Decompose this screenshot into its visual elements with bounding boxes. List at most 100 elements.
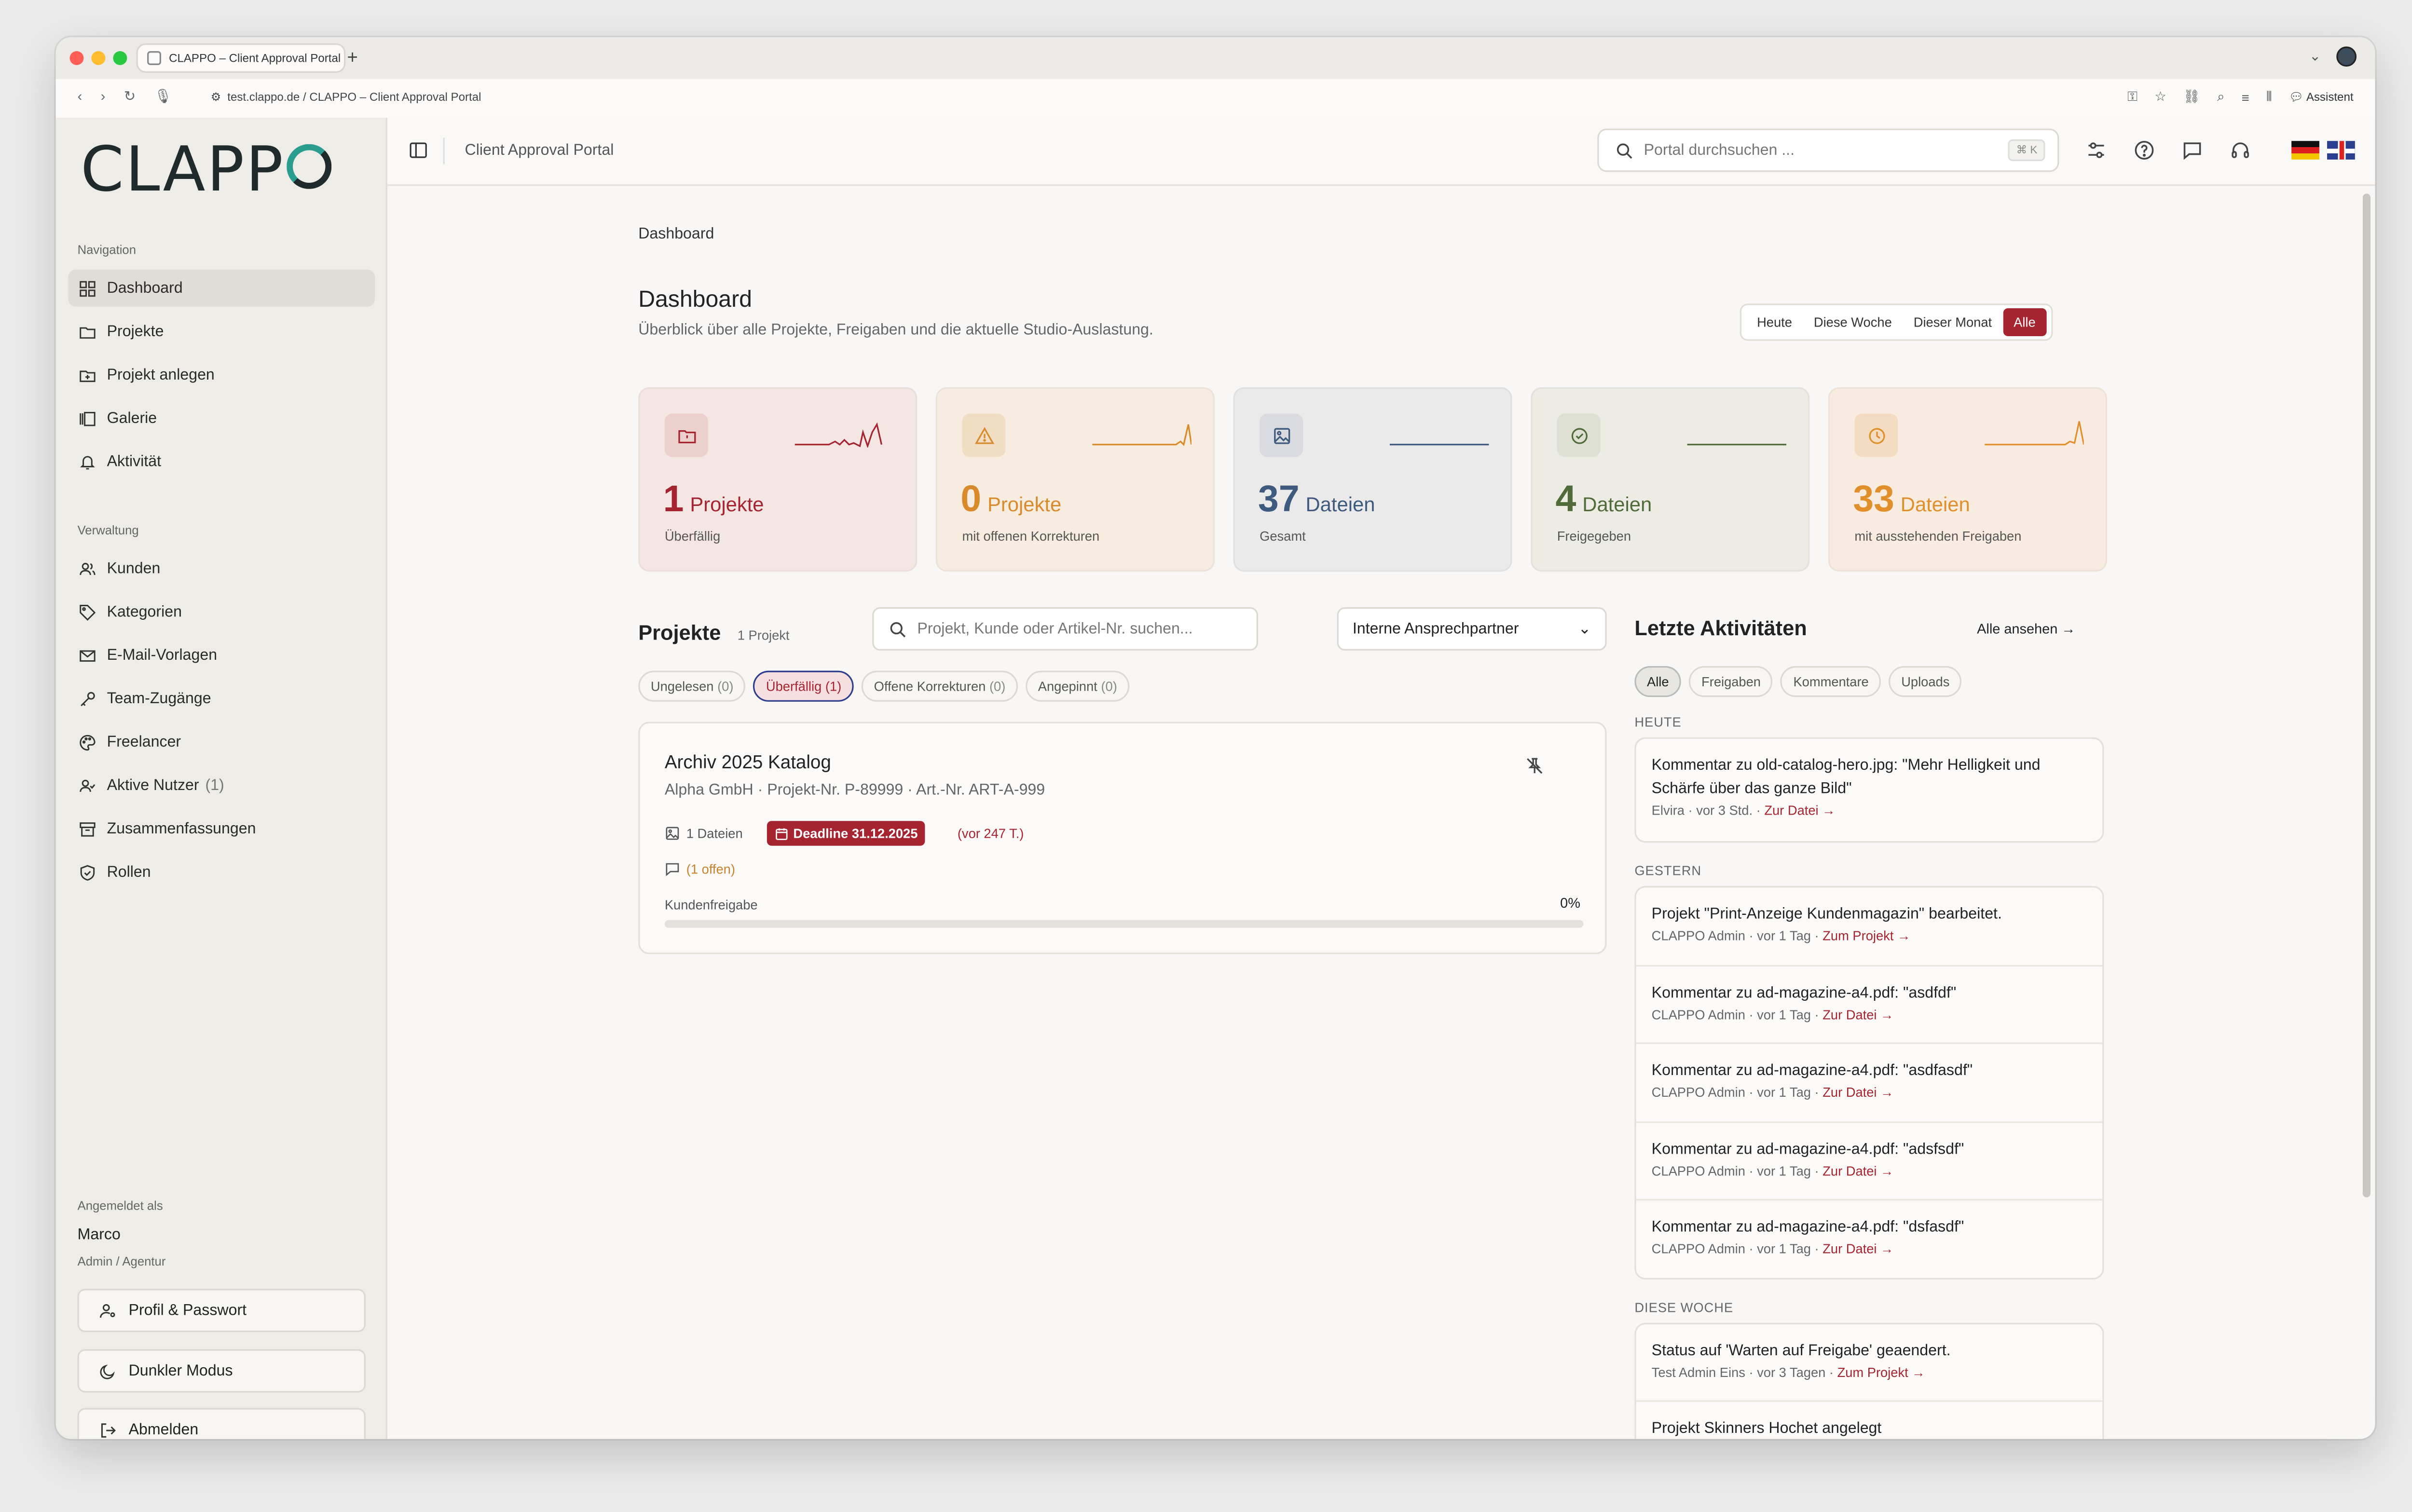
sidebar-item-kategorien[interactable]: Kategorien [68, 593, 375, 630]
filter-offene-korrekturen[interactable]: Offene Korrekturen (0) [861, 670, 1018, 702]
reload-icon[interactable]: ↻ [124, 88, 136, 105]
approval-label: Kundenfreigabe [664, 897, 758, 913]
activity-item[interactable]: Kommentar zu old-catalog-hero.jpg: "Mehr… [1636, 739, 2103, 841]
open-comments[interactable]: (1 offen) [665, 861, 735, 877]
activity-item[interactable]: Status auf 'Warten auf Freigabe' geaende… [1636, 1324, 2103, 1402]
new-tab-button[interactable]: + [347, 46, 358, 68]
link-icon[interactable]: ⛓︎ [2183, 88, 2200, 105]
image-icon [666, 827, 679, 840]
browser-tab[interactable]: CLAPPO – Client Approval Portal [136, 43, 346, 73]
microphone-icon[interactable]: 🎙︎ [154, 88, 172, 105]
sidebar-item-projekt-anlegen[interactable]: Projekt anlegen [68, 356, 375, 394]
activity-item[interactable]: Projekt "Print-Anzeige Kundenmagazin" be… [1636, 887, 2103, 967]
contact-select[interactable]: Interne Ansprechpartner ⌄ [1337, 607, 1607, 651]
audio-icon[interactable]: ⫴ [2266, 88, 2272, 105]
project-card[interactable]: Archiv 2025 Katalog Alpha GmbH · Projekt… [638, 722, 1607, 954]
sidebar-item-rollen[interactable]: Rollen [68, 854, 375, 891]
sidebar-item-zusammenfassungen[interactable]: Zusammenfassungen [68, 810, 375, 847]
page-scrollbar[interactable] [2362, 193, 2371, 1198]
sidebar-item-aktivitaet[interactable]: Aktivität [68, 443, 375, 480]
filter-ungelesen[interactable]: Ungelesen (0) [638, 670, 746, 702]
activity-link[interactable]: Zur Datei → [1823, 1163, 1893, 1179]
activity-heading: Letzte Aktivitäten [1634, 616, 1807, 640]
profile-avatar-icon[interactable] [2336, 46, 2357, 67]
activity-meta: CLAPPO Admin · vor 1 Tag · Zur Datei → [1651, 1163, 1894, 1179]
sidebar-item-dashboard[interactable]: Dashboard [68, 269, 375, 307]
clappo-logo[interactable]: CLAPPO [81, 139, 335, 202]
url-field[interactable]: ⚙︎ test.clappo.de / CLAPPO – Client Appr… [211, 90, 481, 104]
activity-link[interactable]: Zur Datei → [1823, 1084, 1893, 1100]
stat-card-korrekturen[interactable]: 0 Projekte mit offenen Korrekturen [935, 387, 1215, 572]
activity-link[interactable]: Zur Datei → [1764, 803, 1835, 818]
user-role: Admin / Agentur [77, 1254, 166, 1269]
site-settings-icon[interactable]: ⚙︎ [211, 90, 221, 104]
mail-icon [80, 649, 96, 661]
activity-filter-kommentare[interactable]: Kommentare [1781, 666, 1881, 697]
activity-text: Kommentar zu ad-magazine-a4.pdf: "dsfasd… [1651, 1219, 1964, 1236]
sidebar-toggle-icon[interactable] [409, 141, 428, 160]
activity-filter-freigaben[interactable]: Freigaben [1689, 666, 1773, 697]
sidebar-item-label: Team-Zugänge [107, 690, 211, 708]
activity-meta: Elvira · vor 3 Std. · Zur Datei → [1651, 802, 1836, 818]
chevron-down-icon: ⌄ [1578, 620, 1591, 638]
help-icon[interactable] [2134, 139, 2155, 161]
sidebar-item-kunden[interactable]: Kunden [68, 550, 375, 587]
sidebar-item-galerie[interactable]: Galerie [68, 400, 375, 437]
stat-card-ueberfaellig[interactable]: 1 Projekte Überfällig [638, 387, 918, 572]
back-icon[interactable]: ‹ [78, 88, 82, 105]
list-icon[interactable]: ≡ [2242, 89, 2249, 105]
dark-mode-button[interactable]: Dunkler Modus [77, 1349, 366, 1393]
activity-link[interactable]: Zum Projekt → [1837, 1365, 1925, 1380]
activity-item[interactable]: Kommentar zu ad-magazine-a4.pdf: "dsfasd… [1636, 1200, 2103, 1278]
sidebar-item-projekte[interactable]: Projekte [68, 313, 375, 350]
sliders-icon[interactable] [2085, 139, 2107, 161]
maximize-window-button[interactable] [113, 51, 127, 65]
activity-link[interactable]: Zur Datei → [1823, 1007, 1893, 1022]
activity-filter-alle[interactable]: Alle [1634, 666, 1682, 697]
activity-item[interactable]: Projekt Skinners Hochet angelegt [1636, 1402, 2103, 1439]
star-icon[interactable]: ☆ [2154, 88, 2166, 105]
logout-button[interactable]: Abmelden [77, 1408, 366, 1439]
english-flag-icon[interactable] [2327, 141, 2355, 160]
activity-item[interactable]: Kommentar zu ad-magazine-a4.pdf: "asdfdf… [1636, 967, 2103, 1044]
sidebar-item-aktive-nutzer[interactable]: Aktive Nutzer (1) [68, 767, 375, 804]
project-title[interactable]: Archiv 2025 Katalog [665, 751, 831, 773]
activity-item[interactable]: Kommentar zu ad-magazine-a4.pdf: "adsfsd… [1636, 1123, 2103, 1201]
comment-icon [666, 863, 679, 876]
portal-search-input[interactable]: Portal durchsuchen ... ⌘ K [1597, 128, 2059, 172]
activity-link[interactable]: Zur Datei → [1823, 1241, 1893, 1256]
dark-mode-label: Dunkler Modus [128, 1362, 233, 1380]
url-text: test.clappo.de / CLAPPO – Client Approva… [227, 90, 481, 104]
project-search-input[interactable]: Projekt, Kunde oder Artikel-Nr. suchen..… [872, 607, 1258, 651]
profile-password-button[interactable]: Profil & Passwort [77, 1289, 366, 1333]
unpin-icon[interactable] [1524, 756, 1545, 776]
activity-panel: Letzte Aktivitäten Alle ansehen → Alle F… [1634, 184, 2104, 1439]
headset-icon[interactable] [2230, 139, 2251, 161]
activity-text: Kommentar zu old-catalog-hero.jpg: "Mehr… [1651, 757, 2041, 798]
activity-item[interactable]: Kommentar zu ad-magazine-a4.pdf: "asdfas… [1636, 1044, 2103, 1123]
activity-filter-uploads[interactable]: Uploads [1889, 666, 1962, 697]
sidebar-item-team-zugaenge[interactable]: Team-Zugänge [68, 680, 375, 717]
filter-ueberfaellig[interactable]: Überfällig (1) [754, 670, 854, 702]
see-all-link[interactable]: Alle ansehen → [1977, 621, 2075, 637]
sidebar-item-email-vorlagen[interactable]: E-Mail-Vorlagen [68, 637, 375, 674]
deadline-badge: Deadline 31.12.2025 [767, 821, 926, 846]
key-icon[interactable]: ⚿ [2127, 88, 2138, 105]
filter-angepinnt[interactable]: Angepinnt (0) [1026, 670, 1130, 702]
activity-link[interactable]: Zum Projekt → [1823, 928, 1910, 943]
german-flag-icon[interactable] [2291, 141, 2319, 160]
activity-text: Projekt "Print-Anzeige Kundenmagazin" be… [1651, 906, 2002, 924]
tab-bar: CLAPPO – Client Approval Portal + ⌄ [55, 37, 2375, 79]
stat-card-dateien-gesamt[interactable]: 37 Dateien Gesamt [1233, 387, 1512, 572]
activity-meta: CLAPPO Admin · vor 1 Tag · Zum Projekt → [1651, 927, 1911, 943]
zoom-icon[interactable]: ⌕ [2217, 88, 2224, 105]
breadcrumb[interactable]: Dashboard [638, 226, 714, 243]
chevron-down-icon[interactable]: ⌄ [2309, 48, 2321, 65]
chat-icon[interactable] [2181, 139, 2203, 161]
sidebar-item-freelancer[interactable]: Freelancer [68, 723, 375, 761]
assistant-button[interactable]: 💬︎ Assistent [2289, 90, 2354, 104]
minimize-window-button[interactable] [91, 51, 106, 65]
forward-icon[interactable]: › [101, 88, 106, 105]
close-window-button[interactable] [69, 51, 84, 65]
user-name: Marco [77, 1226, 121, 1244]
